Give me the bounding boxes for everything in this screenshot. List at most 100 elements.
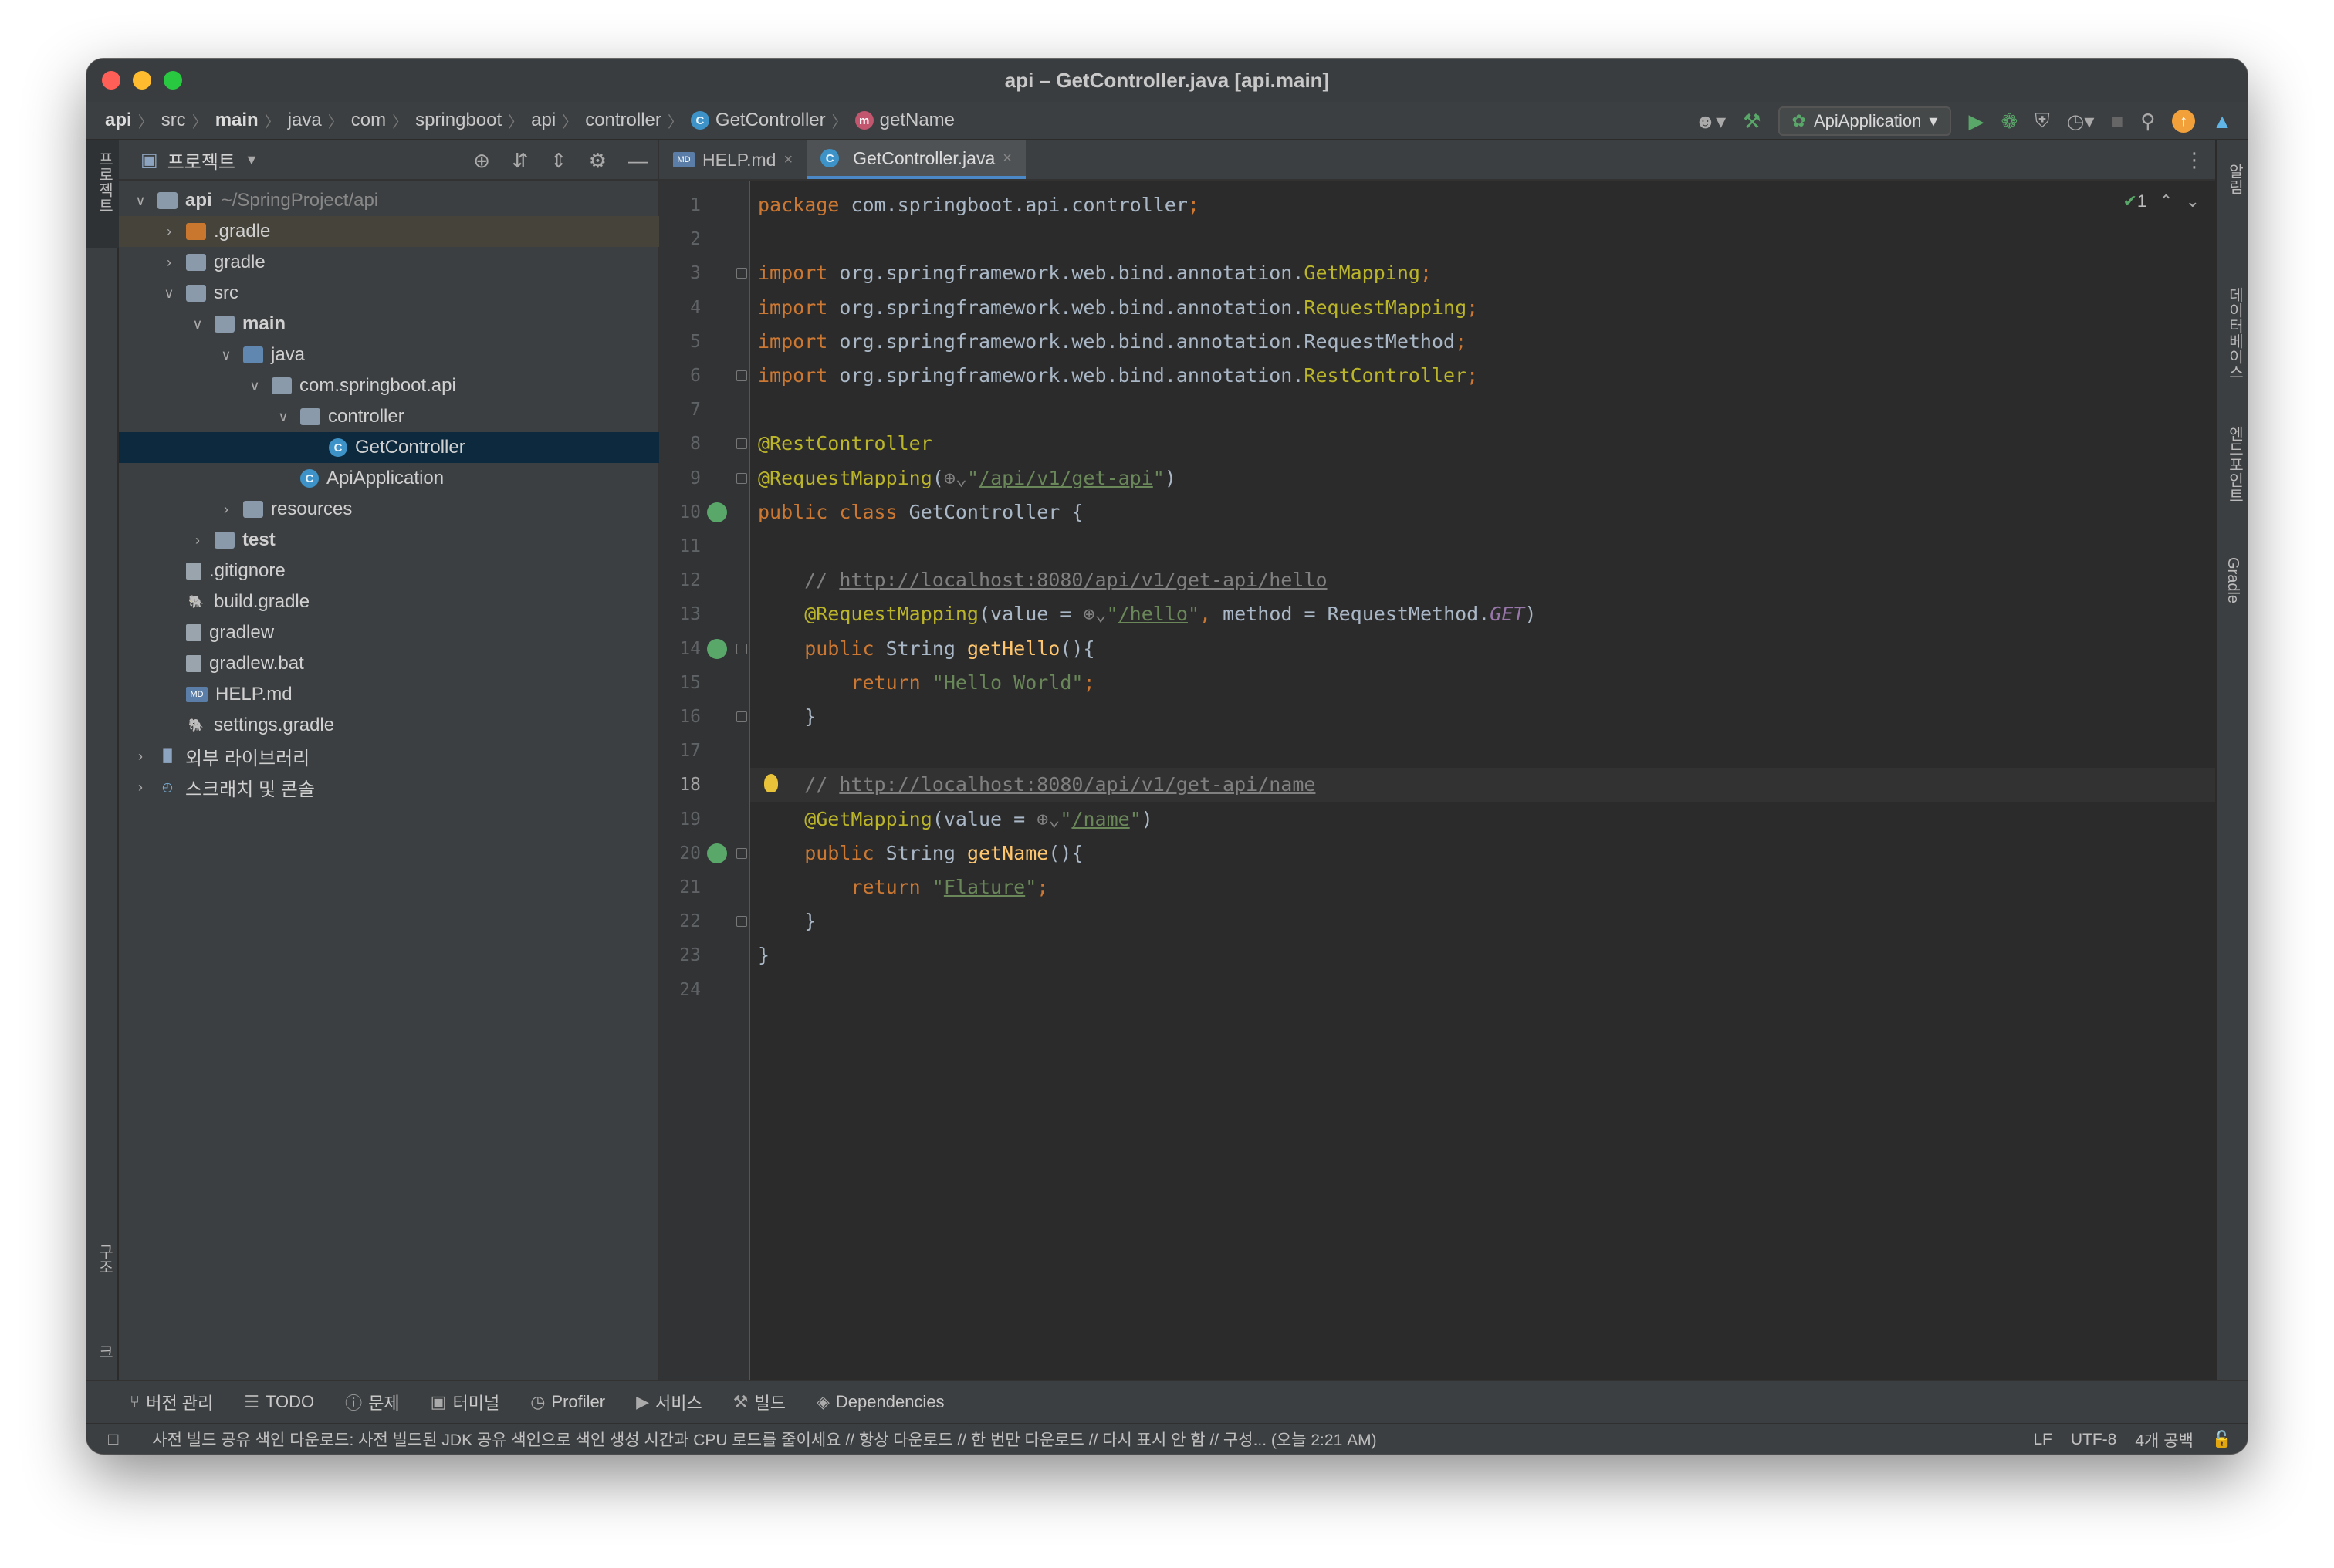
run-icon[interactable]: ▶ (1968, 110, 1984, 133)
close-window-button[interactable] (102, 71, 120, 90)
fold-marker-icon[interactable] (736, 370, 747, 381)
breadcrumb-item[interactable]: com (351, 110, 386, 131)
user-icon[interactable]: ☻▾ (1695, 110, 1726, 133)
tree-item[interactable]: › resources (119, 494, 659, 525)
line-number[interactable]: 12 (659, 563, 701, 597)
line-separator-widget[interactable]: LF (2033, 1431, 2052, 1449)
tree-item[interactable]: ∨ main (119, 309, 659, 340)
structure-tool-button[interactable]: 구조 (93, 1244, 116, 1275)
line-number[interactable]: 16 (659, 700, 701, 734)
close-icon[interactable]: × (783, 151, 793, 169)
line-number[interactable]: 14 (659, 632, 701, 666)
line-number[interactable]: 21 (659, 870, 701, 904)
tool-window-button[interactable]: ◷ Profiler (530, 1392, 605, 1412)
tool-window-button[interactable]: ⚒ 빌드 (733, 1390, 786, 1414)
line-number[interactable]: 9 (659, 461, 701, 495)
tool-window-button[interactable]: ▣ 터미널 (431, 1390, 500, 1414)
hide-panel-icon[interactable]: — (628, 149, 648, 173)
line-number[interactable]: 17 (659, 734, 701, 768)
gradle-tool-button[interactable]: Gradle (2224, 557, 2241, 603)
line-number[interactable]: 22 (659, 904, 701, 938)
breadcrumb-item[interactable]: main (215, 110, 259, 131)
tree-item[interactable]: C GetController (119, 432, 659, 463)
lock-icon[interactable]: 🔓 (2212, 1431, 2232, 1449)
chevron-right-icon[interactable]: › (131, 749, 150, 765)
tool-window-button[interactable]: ⓘ 문제 (345, 1390, 400, 1414)
stop-icon[interactable]: ■ (2112, 110, 2124, 133)
line-number[interactable]: 24 (659, 973, 701, 1007)
breadcrumb-item[interactable]: springboot (415, 110, 502, 131)
tree-item[interactable]: MD HELP.md (119, 679, 659, 710)
minimize-window-button[interactable] (133, 71, 151, 90)
plugin-icon[interactable]: ▲ (2212, 110, 2232, 133)
tree-item[interactable]: gradlew (119, 617, 659, 648)
fold-marker-icon[interactable] (736, 643, 747, 654)
project-view-selector[interactable]: ▣ 프로젝트 ▼ (140, 147, 259, 174)
tree-item[interactable]: › ◴ 스크래치 및 콘솔 (119, 772, 659, 803)
breadcrumb-item[interactable]: java (288, 110, 322, 131)
chevron-right-icon[interactable]: › (160, 224, 178, 240)
tree-item[interactable]: ∨ java (119, 340, 659, 370)
breadcrumb-item[interactable]: C GetController (690, 110, 826, 131)
line-number[interactable]: 10 (659, 495, 701, 529)
fold-marker-icon[interactable] (736, 472, 747, 484)
line-number[interactable]: 23 (659, 938, 701, 972)
tool-window-button[interactable]: ⑂ 버전 관리 (130, 1390, 213, 1414)
inspection-widget[interactable]: ✔1 ⌃ ⌄ (2123, 191, 2200, 211)
line-number[interactable]: 4 (659, 291, 701, 325)
line-number[interactable]: 1 (659, 188, 701, 222)
chevron-right-icon[interactable]: › (188, 532, 207, 549)
fold-marker-icon[interactable] (736, 847, 747, 859)
close-icon[interactable]: × (1003, 150, 1012, 167)
locate-icon[interactable]: ⊕ (473, 149, 490, 173)
database-tool-button[interactable]: 데이터베이스 (2224, 287, 2246, 380)
expand-all-icon[interactable]: ⇵ (512, 149, 529, 173)
fold-marker-icon[interactable] (736, 438, 747, 450)
tree-item[interactable]: › test (119, 525, 659, 556)
fold-marker-icon[interactable] (736, 711, 747, 722)
project-tool-button[interactable]: 프로젝트 (86, 140, 119, 248)
line-number[interactable]: 19 (659, 803, 701, 836)
tree-item[interactable]: ∨ controller (119, 401, 659, 432)
editor-tab[interactable]: MD HELP.md × (659, 140, 807, 179)
endpoint-icon[interactable] (707, 638, 727, 659)
line-number[interactable]: 5 (659, 325, 701, 359)
chevron-down-icon[interactable]: ∨ (131, 193, 150, 209)
editor-tab[interactable]: C GetController.java × (807, 140, 1026, 179)
breadcrumb-item[interactable]: m getName (854, 110, 955, 131)
update-icon[interactable]: ↑ (2172, 110, 2196, 133)
chevron-right-icon[interactable]: › (217, 502, 235, 518)
search-icon[interactable]: ⚲ (2140, 110, 2155, 133)
spring-bean-icon[interactable] (707, 502, 727, 522)
tree-item[interactable]: › █ 외부 라이브러리 (119, 741, 659, 772)
chevron-right-icon[interactable]: › (131, 779, 150, 796)
tool-window-button[interactable]: ▶ 서비스 (636, 1390, 702, 1414)
tree-item[interactable]: .gitignore (119, 556, 659, 586)
breadcrumb-item[interactable]: controller (585, 110, 661, 131)
endpoints-tool-button[interactable]: 엔드포인트 (2224, 426, 2246, 503)
chevron-up-icon[interactable]: ⌃ (2159, 191, 2173, 211)
chevron-down-icon[interactable]: ∨ (217, 347, 235, 363)
encoding-widget[interactable]: UTF-8 (2071, 1431, 2117, 1449)
chevron-down-icon[interactable]: ∨ (160, 286, 178, 302)
more-icon[interactable]: ⋮ (2184, 148, 2204, 172)
debug-icon[interactable]: ❁ (2001, 110, 2018, 133)
code-editor[interactable]: 1 package com.springboot.api.controller; 2… (659, 181, 2215, 1380)
chevron-down-icon[interactable]: ⌄ (2186, 191, 2200, 211)
run-config-selector[interactable]: ✿ ApiApplication ▾ (1778, 106, 1952, 136)
chevron-right-icon[interactable]: › (160, 255, 178, 271)
line-number[interactable]: 2 (659, 222, 701, 256)
fold-marker-icon[interactable] (736, 268, 747, 279)
breadcrumb-item[interactable]: api (105, 110, 132, 131)
line-number[interactable]: 7 (659, 393, 701, 427)
tree-item[interactable]: 🐘 settings.gradle (119, 710, 659, 741)
line-number[interactable]: 11 (659, 529, 701, 563)
tree-item[interactable]: › .gradle (119, 216, 659, 247)
chevron-down-icon[interactable]: ∨ (274, 409, 293, 425)
line-number[interactable]: 8 (659, 427, 701, 461)
line-number[interactable]: 3 (659, 256, 701, 290)
tree-item[interactable]: gradlew.bat (119, 648, 659, 679)
coverage-icon[interactable]: ⛨ (2035, 109, 2050, 133)
profile-icon[interactable]: ◷▾ (2067, 110, 2095, 133)
gear-icon[interactable]: ⚙ (589, 149, 607, 173)
